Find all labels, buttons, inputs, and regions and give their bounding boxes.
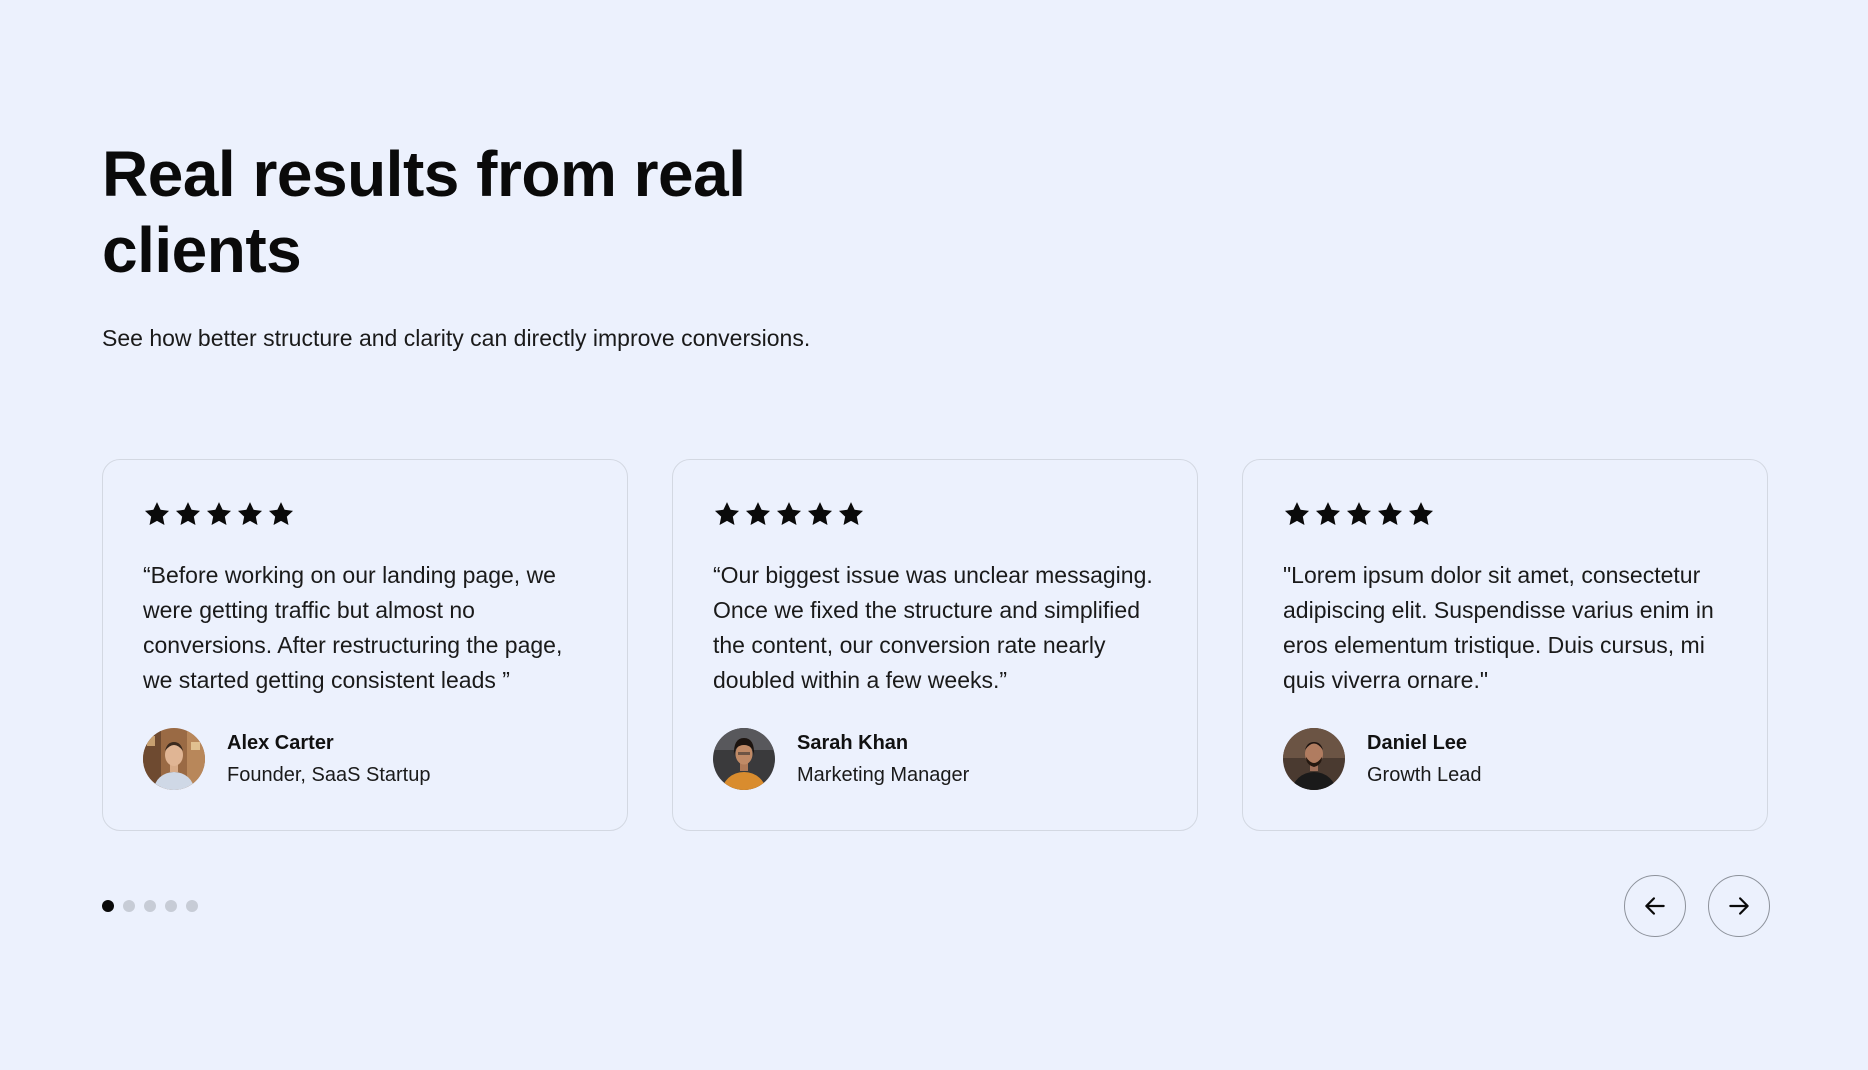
pagination-dot[interactable] — [123, 900, 135, 912]
testimonial-quote: “Before working on our landing page, we … — [143, 562, 563, 693]
avatar-photo-alex — [143, 728, 205, 790]
author-name: Daniel Lee — [1367, 732, 1468, 754]
next-button[interactable] — [1708, 875, 1770, 937]
star-icon — [268, 502, 294, 525]
star-icon — [1315, 502, 1341, 525]
pagination-dot[interactable] — [165, 900, 177, 912]
star-icon — [1377, 502, 1403, 525]
section-subtitle: See how better structure and clarity can… — [102, 325, 811, 351]
star-icon — [1408, 502, 1434, 525]
star-icon — [838, 502, 864, 525]
testimonial-card: “Our biggest issue was unclear messaging… — [672, 459, 1198, 831]
previous-button[interactable] — [1624, 875, 1686, 937]
testimonial-quote: "Lorem ipsum dolor sit amet, consectetur… — [1283, 562, 1714, 693]
author-role: Founder, SaaS Startup — [227, 764, 431, 786]
star-icon — [776, 502, 802, 525]
star-icon — [714, 502, 740, 525]
star-icon — [1346, 502, 1372, 525]
carousel-pagination — [102, 900, 198, 912]
author-role: Growth Lead — [1367, 764, 1482, 786]
pagination-dot[interactable] — [186, 900, 198, 912]
star-icon — [206, 502, 232, 525]
star-rating — [713, 500, 865, 528]
avatar-photo-sarah — [713, 728, 775, 790]
testimonial-carousel: “Before working on our landing page, we … — [102, 459, 1770, 833]
avatar — [1283, 728, 1345, 790]
testimonial-card: "Lorem ipsum dolor sit amet, consectetur… — [1242, 459, 1768, 831]
arrow-right-icon — [1729, 897, 1749, 915]
star-icon — [237, 502, 263, 525]
testimonials-section: Real results from real clients See how b… — [102, 0, 1770, 1070]
star-icon — [144, 502, 170, 525]
section-title: Real results from real clients — [102, 138, 746, 286]
arrow-left-icon — [1645, 897, 1665, 915]
star-rating — [143, 500, 295, 528]
pagination-dot[interactable] — [102, 900, 114, 912]
avatar — [713, 728, 775, 790]
star-icon — [1284, 502, 1310, 525]
star-icon — [745, 502, 771, 525]
author-name: Alex Carter — [227, 732, 334, 754]
avatar — [143, 728, 205, 790]
pagination-dot[interactable] — [144, 900, 156, 912]
carousel-navigation — [1624, 875, 1770, 937]
author-name: Sarah Khan — [797, 732, 909, 754]
testimonial-author: Alex Carter Founder, SaaS Startup — [143, 728, 430, 790]
avatar-photo-daniel — [1283, 728, 1345, 790]
testimonial-card: “Before working on our landing page, we … — [102, 459, 628, 831]
testimonial-quote: “Our biggest issue was unclear messaging… — [713, 562, 1153, 693]
testimonial-author: Sarah Khan Marketing Manager — [713, 728, 969, 790]
star-icon — [807, 502, 833, 525]
star-rating — [1283, 500, 1435, 528]
testimonial-author: Daniel Lee Growth Lead — [1283, 728, 1482, 790]
star-icon — [175, 502, 201, 525]
author-role: Marketing Manager — [797, 764, 970, 786]
